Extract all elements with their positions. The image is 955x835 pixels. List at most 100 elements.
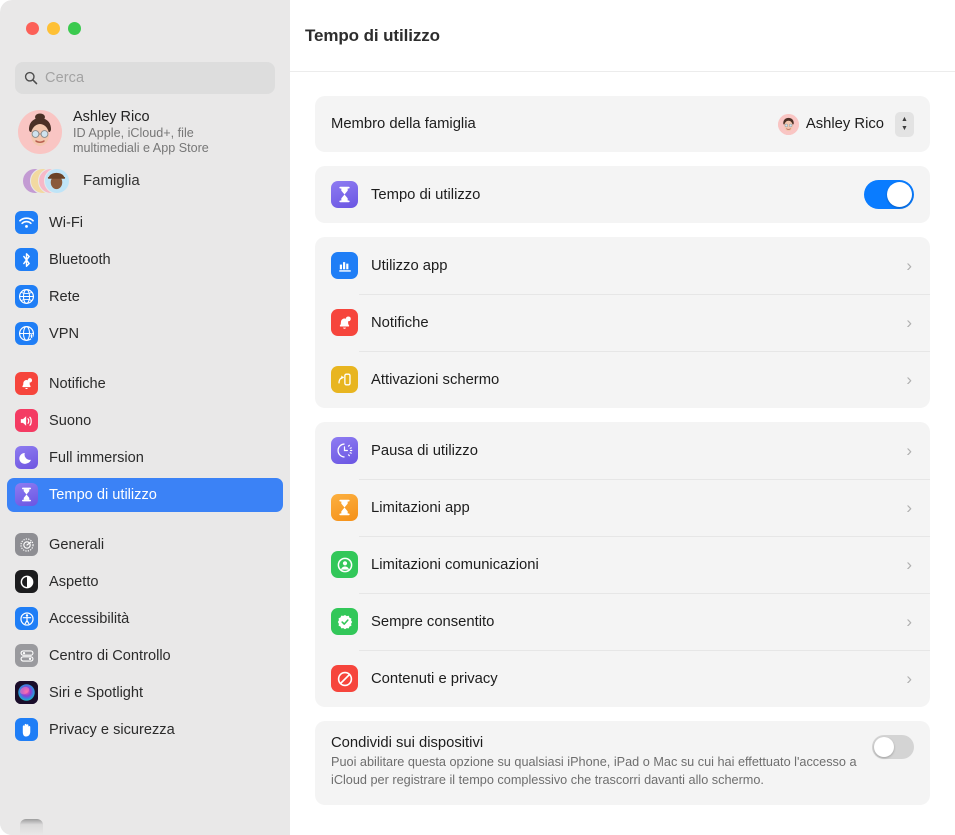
sidebar-item-suono[interactable]: Suono [7,404,283,438]
list-item-label: Utilizzo app [371,258,447,274]
chevron-right-icon: › [906,314,912,331]
screen-time-row[interactable]: Tempo di utilizzo [315,166,930,223]
main-titlebar: Tempo di utilizzo [290,0,955,72]
list-item-utilizzo-app[interactable]: Utilizzo app › [315,237,930,294]
downtime-clock-icon [331,437,358,464]
avatar [778,114,799,135]
account-subtitle: ID Apple, iCloud+, file multimediali e A… [73,126,248,156]
sound-speaker-icon [15,409,38,432]
sidebar-item-label: Wi-Fi [49,215,83,231]
sidebar-item-centro-di-controllo[interactable]: Centro di Controllo [7,639,283,673]
sidebar-item-label: Generali [49,537,104,553]
sidebar-item-label: Siri e Spotlight [49,685,143,701]
share-across-devices-toggle[interactable] [872,735,914,759]
list-item-label: Limitazioni app [371,500,470,516]
sidebar-item-bluetooth[interactable]: Bluetooth [7,243,283,277]
share-across-devices-description: Puoi abilitare questa opzione su qualsia… [331,754,860,789]
list-item-limitazioni-comunicazioni[interactable]: Limitazioni comunicazioni › [315,536,930,593]
main-panel: Tempo di utilizzo Membro della famiglia [290,0,955,835]
family-member-value: Ashley Rico [806,116,884,132]
sidebar: Cerca Ashley Rico ID Apple, [0,0,290,835]
list-item-sempre-consentito[interactable]: Sempre consentito › [315,593,930,650]
focus-moon-icon [15,446,38,469]
content-privacy-block-icon [331,665,358,692]
pickups-icon [331,366,358,393]
sidebar-item-notifiche[interactable]: Notifiche [7,367,283,401]
screen-time-toggle-card: Tempo di utilizzo [315,166,930,223]
wifi-icon [15,211,38,234]
chevron-right-icon: › [906,670,912,687]
minimize-button[interactable] [47,22,60,35]
app-limits-hourglass-icon [331,494,358,521]
list-item-limitazioni-app[interactable]: Limitazioni app › [315,479,930,536]
list-item-contenuti-e-privacy[interactable]: Contenuti e privacy › [315,650,930,707]
zoom-button[interactable] [68,22,81,35]
chevron-up-down-icon[interactable]: ▲▼ [895,112,914,137]
network-globe-icon [15,285,38,308]
notifications-bell-icon [15,372,38,395]
sidebar-nav: Wi-Fi Bluetooth [0,198,290,747]
list-item-label: Sempre consentito [371,614,494,630]
sidebar-item-label: Bluetooth [49,252,111,268]
search-container: Cerca [0,52,290,94]
sidebar-item-label: Famiglia [83,172,140,189]
sidebar-item-vpn[interactable]: VPN [7,317,283,351]
sidebar-item-rete[interactable]: Rete [7,280,283,314]
family-member-popup[interactable]: Ashley Rico ▲▼ [778,112,914,137]
window-controls [0,0,290,52]
siri-icon [15,681,38,704]
sidebar-item-famiglia[interactable]: Famiglia [0,156,290,198]
search-icon [24,71,38,85]
family-member-label: Membro della famiglia [331,116,476,132]
chevron-right-icon: › [906,371,912,388]
account-name: Ashley Rico [73,109,248,126]
list-item-label: Notifiche [371,315,429,331]
system-settings-window: Cerca Ashley Rico ID Apple, [0,0,955,835]
sidebar-item-wi-fi[interactable]: Wi-Fi [7,206,283,240]
sidebar-item-label: Accessibilità [49,611,129,627]
sidebar-item-siri-e-spotlight[interactable]: Siri e Spotlight [7,676,283,710]
app-usage-chart-icon [331,252,358,279]
close-button[interactable] [26,22,39,35]
always-allowed-check-icon [331,608,358,635]
sidebar-item-label: Privacy e sicurezza [49,722,175,738]
sidebar-account-row[interactable]: Ashley Rico ID Apple, iCloud+, file mult… [0,94,290,156]
notifications-bell-icon [331,309,358,336]
chevron-right-icon: › [906,556,912,573]
main-content: Membro della famiglia [290,72,955,805]
limits-card: Pausa di utilizzo › Limitazioni app › [315,422,930,707]
privacy-hand-icon [15,718,38,741]
sidebar-item-privacy-e-sicurezza[interactable]: Privacy e sicurezza [7,713,283,747]
list-item-label: Limitazioni comunicazioni [371,557,539,573]
sidebar-item-label: Aspetto [49,574,99,590]
vpn-globe-icon [15,322,38,345]
sidebar-item-aspetto[interactable]: Aspetto [7,565,283,599]
list-item-label: Pausa di utilizzo [371,443,478,459]
sidebar-item-label: Centro di Controllo [49,648,171,664]
screen-time-toggle[interactable] [864,180,914,209]
screen-time-hourglass-icon [15,483,38,506]
family-member-card: Membro della famiglia [315,96,930,152]
list-item-attivazioni-schermo[interactable]: Attivazioni schermo › [315,351,930,408]
chevron-right-icon: › [906,442,912,459]
sidebar-item-label: Notifiche [49,376,106,392]
sidebar-item-tempo-di-utilizzo[interactable]: Tempo di utilizzo [7,478,283,512]
sidebar-item-full-immersion[interactable]: Full immersion [7,441,283,475]
sidebar-item-partial-icon[interactable] [20,819,43,835]
page-title: Tempo di utilizzo [305,26,440,46]
list-item-notifiche[interactable]: Notifiche › [315,294,930,351]
share-across-devices-title: Condividi sui dispositivi [331,735,860,751]
list-item-label: Attivazioni schermo [371,372,499,388]
sidebar-item-generali[interactable]: Generali [7,528,283,562]
accessibility-icon [15,607,38,630]
general-gear-icon [15,533,38,556]
control-center-icon [15,644,38,667]
family-member-row[interactable]: Membro della famiglia [315,96,930,152]
search-input[interactable]: Cerca [15,62,275,94]
list-item-pausa-di-utilizzo[interactable]: Pausa di utilizzo › [315,422,930,479]
avatar [18,110,62,154]
sidebar-item-label: Rete [49,289,80,305]
family-avatars-icon [22,168,68,194]
reports-card: Utilizzo app › Notifiche › [315,237,930,408]
sidebar-item-accessibilita[interactable]: Accessibilità [7,602,283,636]
